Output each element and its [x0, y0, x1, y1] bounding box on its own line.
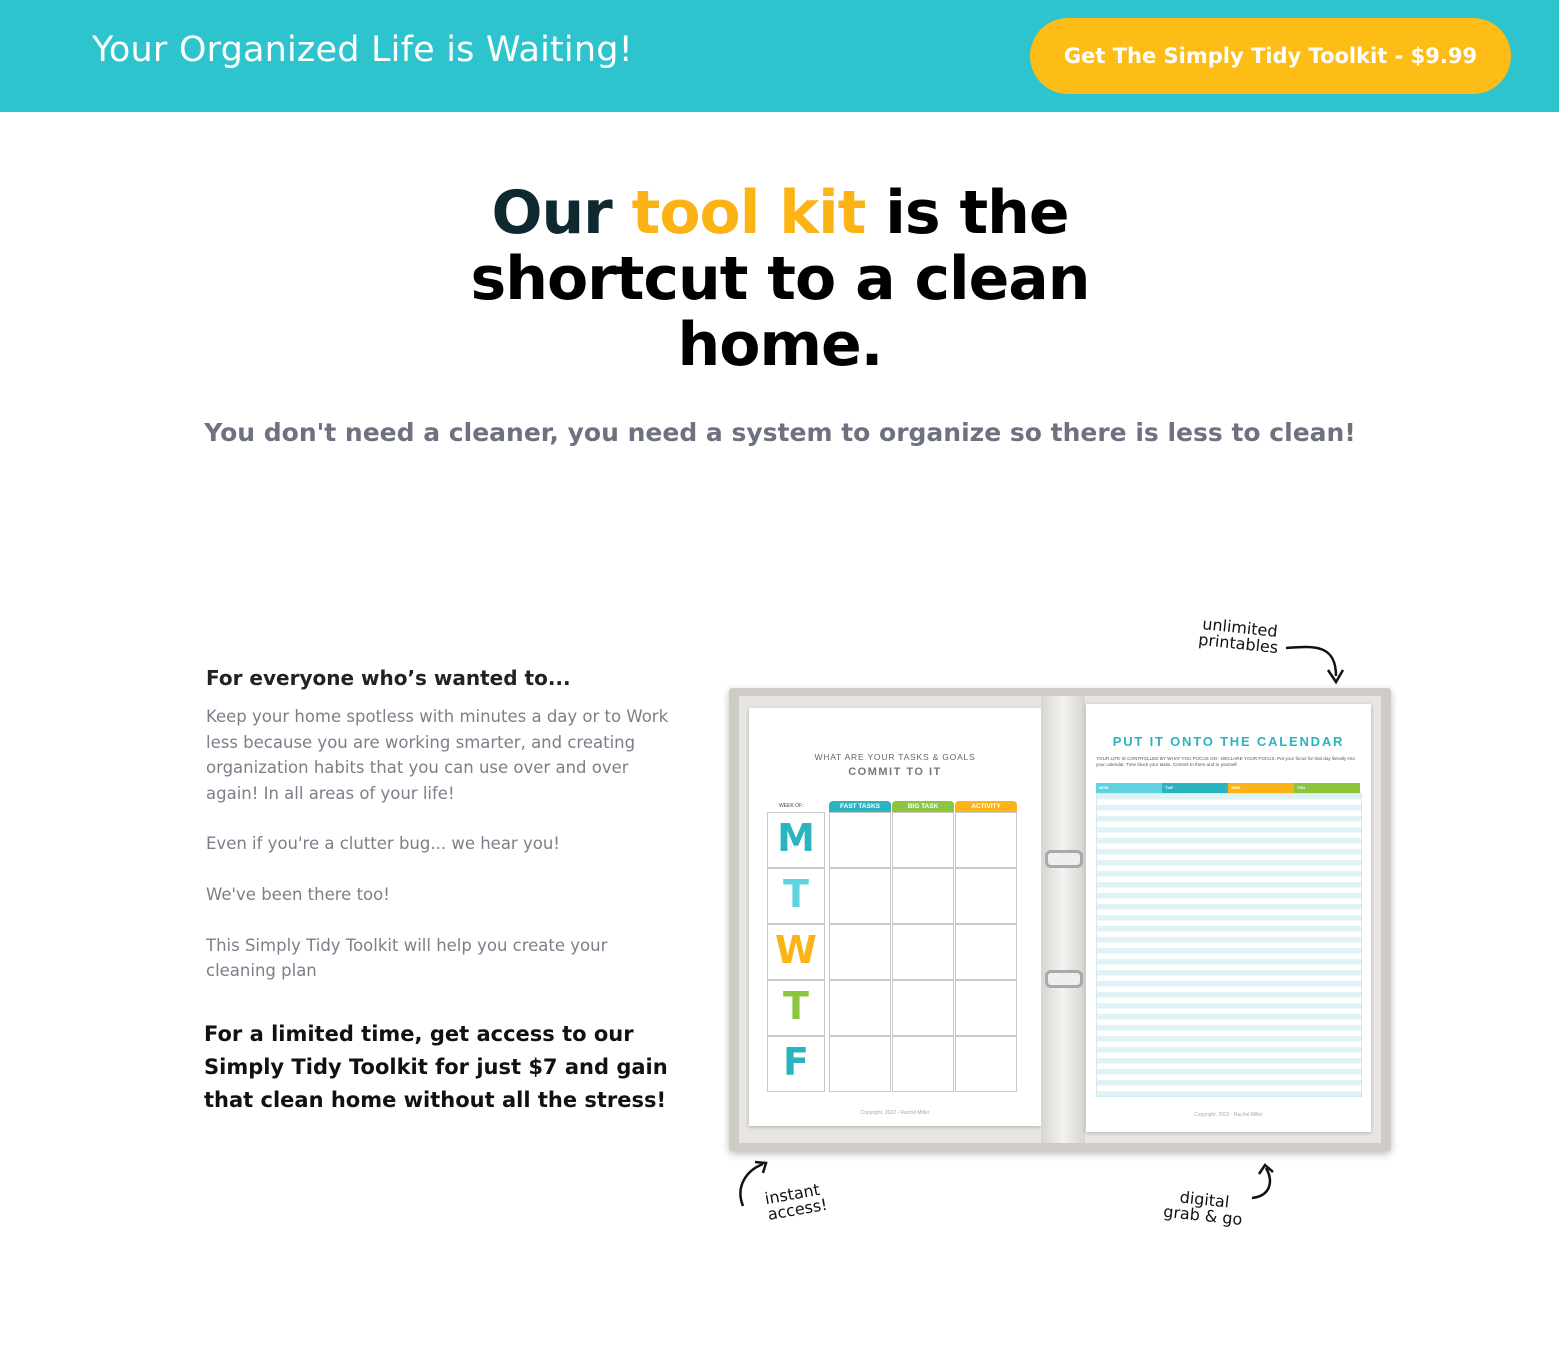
- task-cell: [829, 812, 891, 868]
- calendar-column-thu: THU: [1294, 783, 1360, 793]
- task-cell: [829, 868, 891, 924]
- annotation-instant-access: instant access!: [763, 1180, 828, 1224]
- headline-part1: Our: [491, 178, 632, 248]
- column-fast-tasks: FAST TASKS: [829, 801, 891, 812]
- week-label: WEEK OF:: [779, 803, 804, 809]
- annotation-unlimited-printables: unlimited printables: [1197, 614, 1281, 657]
- intro-heading: For everyone who’s wanted to...: [206, 666, 571, 690]
- paragraph-cleaning-plan: This Simply Tidy Toolkit will help you c…: [206, 935, 608, 981]
- headline-accent: tool kit: [631, 178, 867, 248]
- task-cell: [829, 980, 891, 1036]
- binder-spine: [1041, 696, 1085, 1143]
- day-letter: F: [783, 1040, 809, 1084]
- day-cell: M: [767, 812, 825, 868]
- column-big-task: BIG TASK: [892, 801, 954, 812]
- copyright: Copyright, 2022 - Rachel Miller: [860, 1110, 930, 1116]
- task-cell: [892, 812, 954, 868]
- day-cell: W: [767, 924, 825, 980]
- hero-headline: Our tool kit is the shortcut to a clean …: [380, 180, 1180, 378]
- calendar-page: PUT IT ONTO THE CALENDAR YOUR LIFE IS CO…: [1086, 704, 1371, 1132]
- day-letter: M: [777, 816, 815, 860]
- day-cell: F: [767, 1036, 825, 1092]
- calendar-column-tue: TUE: [1162, 783, 1228, 793]
- get-toolkit-button[interactable]: Get The Simply Tidy Toolkit - $9.99: [1030, 18, 1511, 94]
- binder-ring-icon: [1045, 970, 1083, 988]
- page-description: YOUR LIFE IS CONTROLLED BY WHAT YOU FOCU…: [1096, 756, 1355, 767]
- binder-inner: WHAT ARE YOUR TASKS & GOALS COMMIT TO IT…: [739, 696, 1381, 1143]
- task-cell: [955, 812, 1017, 868]
- arrow-icon: [1285, 645, 1345, 685]
- day-letter: W: [775, 928, 817, 972]
- page-title: COMMIT TO IT: [848, 766, 942, 778]
- top-bar: Your Organized Life is Waiting! Get The …: [0, 0, 1559, 112]
- task-cell: [892, 924, 954, 980]
- paragraph-clutter: Even if you're a clutter bug... we hear …: [206, 834, 560, 854]
- page-title: PUT IT ONTO THE CALENDAR: [1112, 734, 1345, 749]
- task-cell: [892, 1036, 954, 1092]
- hero-subheadline: You don't need a cleaner, you need a sys…: [204, 418, 1356, 447]
- commit-to-it-page: WHAT ARE YOUR TASKS & GOALS COMMIT TO IT…: [749, 708, 1041, 1126]
- day-letter: T: [783, 872, 809, 916]
- paragraph-habits: Keep your home spotless with minutes a d…: [206, 707, 669, 803]
- topbar-title: Your Organized Life is Waiting!: [92, 30, 633, 70]
- binder-ring-icon: [1045, 850, 1083, 868]
- day-cell: T: [767, 980, 825, 1036]
- offer-text: For a limited time, get access to our Si…: [204, 1022, 668, 1112]
- task-cell: [829, 1036, 891, 1092]
- task-cell: [892, 980, 954, 1036]
- task-cell: [955, 868, 1017, 924]
- paragraph-been-there: We've been there too!: [206, 884, 390, 904]
- calendar-column-mon: MON: [1096, 783, 1162, 793]
- calendar-rows: [1096, 793, 1362, 1097]
- task-cell: [955, 924, 1017, 980]
- day-letter: T: [783, 984, 809, 1028]
- toolkit-binder-mockup: WHAT ARE YOUR TASKS & GOALS COMMIT TO IT…: [729, 688, 1391, 1151]
- annotation-digital-grab-go: digital grab & go: [1162, 1187, 1245, 1229]
- day-cell: T: [767, 868, 825, 924]
- copyright: Copyright, 2022 - Rachel Miller: [1194, 1112, 1263, 1118]
- column-activity: ACTIVITY: [955, 801, 1017, 812]
- task-cell: [829, 924, 891, 980]
- task-cell: [955, 1036, 1017, 1092]
- task-cell: [955, 980, 1017, 1036]
- arrow-icon: [1251, 1163, 1274, 1200]
- task-cell: [892, 868, 954, 924]
- page-subtitle: WHAT ARE YOUR TASKS & GOALS: [814, 752, 976, 762]
- calendar-column-wed: WED: [1228, 783, 1294, 793]
- content-column: For everyone who’s wanted to... Keep you…: [206, 666, 676, 984]
